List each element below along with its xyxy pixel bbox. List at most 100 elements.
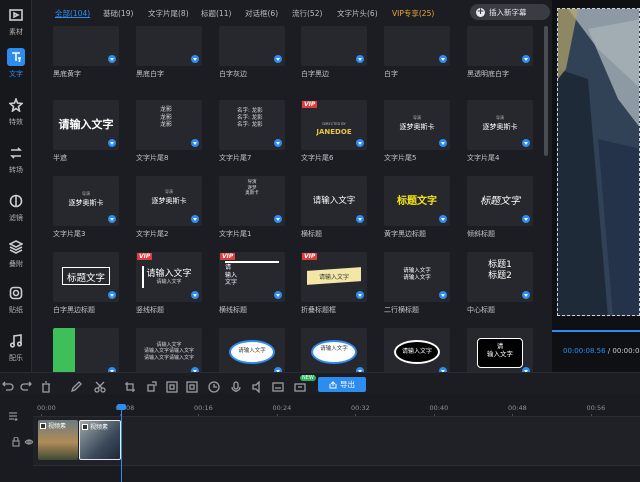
template-card[interactable]: 请输入文字 请输入文字 二行横标题 — [384, 252, 450, 315]
template-thumbnail[interactable]: 请 输入 文字 VIP — [219, 252, 285, 302]
checkbox-icon[interactable] — [40, 422, 46, 429]
tab-dialog[interactable]: 对话框(6) — [245, 8, 278, 19]
template-card[interactable]: 请输入文字 半遮 — [53, 100, 119, 163]
template-card[interactable]: 标题文字 白字黑边标题 — [53, 252, 119, 315]
template-card[interactable]: 导演 逐梦奥斯卡 文字片尾3 — [53, 176, 119, 239]
template-thumbnail[interactable]: 请输入文字 — [219, 328, 285, 372]
sidebar-item-text[interactable]: 文字 — [0, 44, 32, 86]
sidebar-item-effects[interactable]: 特效 — [0, 92, 32, 134]
template-thumbnail[interactable] — [384, 26, 450, 66]
template-card[interactable]: 请输入文字 — [219, 328, 285, 372]
download-icon[interactable] — [191, 139, 199, 147]
template-thumbnail[interactable]: 标题文字 — [467, 176, 533, 226]
download-icon[interactable] — [108, 215, 116, 223]
template-thumbnail[interactable]: 龙影 龙影 龙影 — [136, 100, 202, 150]
template-thumbnail[interactable] — [219, 26, 285, 66]
subtitle-icon[interactable] — [272, 378, 284, 392]
template-thumbnail[interactable]: 请输入文字 请输入文字 VIP — [136, 252, 202, 302]
template-card[interactable]: 白字 — [384, 26, 450, 79]
export-button[interactable]: 导出 — [318, 377, 366, 392]
crop-icon[interactable] — [124, 378, 136, 392]
preview-progress[interactable] — [552, 330, 640, 332]
template-card[interactable]: 请 输入 文字 VIP 横线标题 — [219, 252, 285, 315]
template-card[interactable]: 白字黑边 — [301, 26, 367, 79]
download-icon[interactable] — [356, 139, 364, 147]
rotate-icon[interactable] — [146, 378, 158, 392]
download-icon[interactable] — [108, 291, 116, 299]
download-icon[interactable] — [274, 215, 282, 223]
template-thumbnail[interactable]: 导演 逐梦奥斯卡 — [136, 176, 202, 226]
sidebar-item-music[interactable]: 配乐 — [0, 328, 32, 370]
template-card[interactable]: 导演 逐梦 奥斯卡 文字片尾1 — [219, 176, 285, 239]
template-card[interactable]: 标题1 标题2 中心标题 — [467, 252, 533, 315]
sidebar-item-overlay[interactable]: 叠附 — [0, 234, 32, 276]
tab-all[interactable]: 全部(104) — [55, 8, 90, 19]
template-card[interactable]: 黑底黄字 — [53, 26, 119, 79]
template-card[interactable]: 请输入文字 VIP 折叠标题框 — [301, 252, 367, 315]
template-card[interactable]: 黑底白字 — [136, 26, 202, 79]
undo-icon[interactable] — [2, 378, 14, 391]
tab-basic[interactable]: 基础(19) — [103, 8, 133, 19]
tab-vip[interactable]: VIP专享(25) — [392, 8, 434, 19]
download-icon[interactable] — [274, 139, 282, 147]
sidebar-item-media[interactable]: 素材 — [0, 2, 32, 44]
edit-icon[interactable] — [70, 378, 82, 393]
download-icon[interactable] — [274, 55, 282, 63]
download-icon[interactable] — [522, 55, 530, 63]
template-thumbnail[interactable]: 请输入文字 — [384, 328, 450, 372]
download-icon[interactable] — [522, 215, 530, 223]
preview-video[interactable] — [557, 8, 640, 316]
download-icon[interactable] — [356, 291, 364, 299]
template-card[interactable]: 标题文字 倾斜标题 — [467, 176, 533, 239]
template-thumbnail[interactable]: 请输入文字 — [53, 100, 119, 150]
template-card[interactable]: 导演 逐梦奥斯卡 文字片尾5 — [384, 100, 450, 163]
tab-popular[interactable]: 流行(52) — [292, 8, 322, 19]
template-card[interactable]: 黑透明底白字 — [467, 26, 533, 79]
download-icon[interactable] — [108, 55, 116, 63]
tab-text-ending[interactable]: 文字片尾(8) — [148, 8, 189, 19]
speed-icon[interactable] — [208, 378, 220, 393]
download-icon[interactable] — [356, 215, 364, 223]
template-card[interactable]: 请输入文字 请输入文字请输入文字 请输入文字请输入文字 — [136, 328, 202, 372]
template-thumbnail[interactable]: 名字: 龙影 名字: 龙影 名字: 龙影 — [219, 100, 285, 150]
template-thumbnail[interactable]: DIRECTED BY JANEDOE VIP — [301, 100, 367, 150]
download-icon[interactable] — [439, 139, 447, 147]
checkbox-icon[interactable] — [82, 423, 88, 430]
download-icon[interactable] — [108, 139, 116, 147]
tab-text-opening[interactable]: 文字片头(6) — [337, 8, 378, 19]
template-card[interactable]: 导演 逐梦奥斯卡 文字片尾4 — [467, 100, 533, 163]
freeze-icon[interactable] — [186, 378, 198, 393]
download-icon[interactable] — [191, 55, 199, 63]
delete-icon[interactable] — [40, 378, 52, 393]
template-card[interactable]: 白字灰边 — [219, 26, 285, 79]
template-card[interactable]: 请输入文字 横标题 — [301, 176, 367, 239]
template-card[interactable]: 名字: 龙影 名字: 龙影 名字: 龙影 文字片尾7 — [219, 100, 285, 163]
add-track-icon[interactable] — [8, 406, 18, 421]
download-icon[interactable] — [522, 139, 530, 147]
template-thumbnail[interactable]: 标题1 标题2 — [467, 252, 533, 302]
sidebar-item-transition[interactable]: 转场 — [0, 140, 32, 182]
grid-scrollbar[interactable] — [544, 26, 548, 156]
template-card[interactable]: 请输入文字 — [384, 328, 450, 372]
template-thumbnail[interactable]: 导演 逐梦奥斯卡 — [53, 176, 119, 226]
template-card[interactable]: 请输入文字 — [301, 328, 367, 372]
template-card[interactable]: DIRECTED BY JANEDOE VIP 文字片尾6 — [301, 100, 367, 163]
microphone-icon[interactable] — [230, 378, 242, 392]
template-card[interactable]: 标题文字 黄字黑边标题 — [384, 176, 450, 239]
voiceover-icon[interactable] — [252, 378, 264, 394]
template-card[interactable] — [53, 328, 119, 372]
download-icon[interactable] — [439, 215, 447, 223]
template-thumbnail[interactable]: 标题文字 — [53, 252, 119, 302]
playhead[interactable] — [121, 408, 122, 482]
lock-icon[interactable] — [11, 432, 21, 447]
download-icon[interactable] — [274, 291, 282, 299]
download-icon[interactable] — [439, 291, 447, 299]
sidebar-item-sticker[interactable]: 贴纸 — [0, 280, 32, 322]
template-thumbnail[interactable]: 请输入文字 请输入文字请输入文字 请输入文字请输入文字 — [136, 328, 202, 372]
template-thumbnail[interactable]: 请输入文字 — [301, 328, 367, 372]
download-icon[interactable] — [356, 55, 364, 63]
insert-subtitle-button[interactable]: + 插入新字幕 — [470, 4, 550, 20]
template-thumbnail[interactable]: 请 输入文字 — [467, 328, 533, 372]
template-card[interactable]: 请输入文字 请输入文字 VIP 竖线标题 — [136, 252, 202, 315]
template-thumbnail[interactable] — [301, 26, 367, 66]
